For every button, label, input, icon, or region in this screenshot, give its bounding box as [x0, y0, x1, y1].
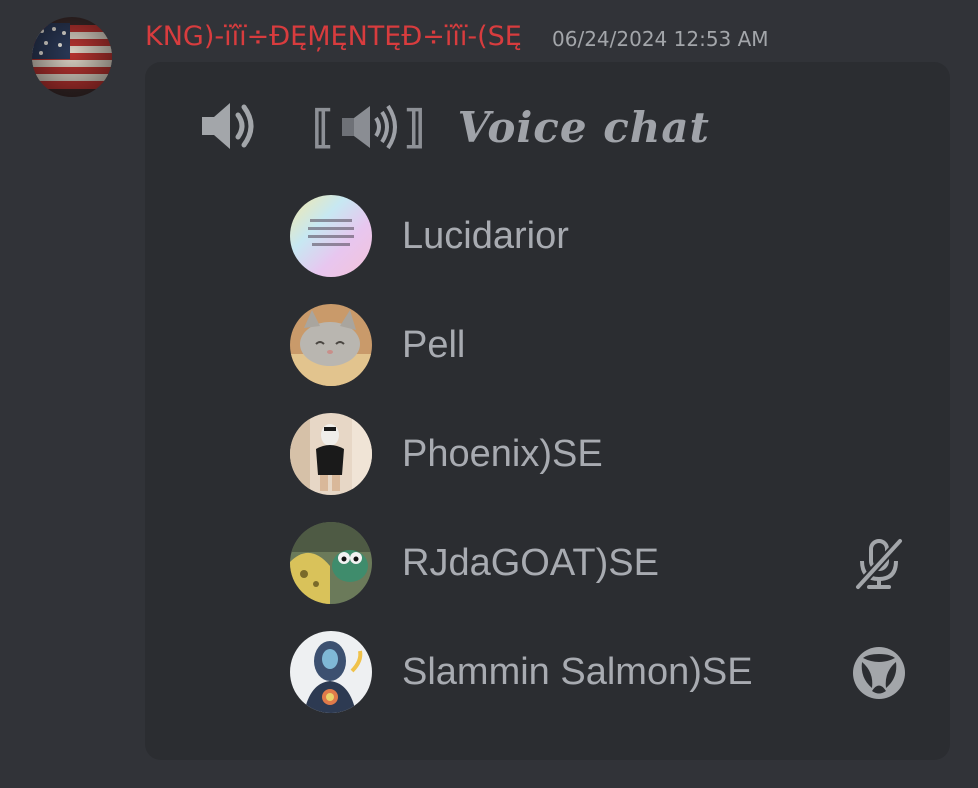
member-avatar[interactable]	[290, 631, 372, 713]
author-name[interactable]: KNG)-ïîï÷ĐĘM̦ĘNTĘĐ÷ïîï-(SĘ	[145, 17, 522, 57]
title-bracket-right: ⟧	[403, 101, 426, 153]
discord-message: KNG)-ïîï÷ĐĘM̦ĘNTĘĐ÷ïîï-(SĘ 06/24/2024 12…	[0, 0, 978, 788]
channel-title[interactable]: ⟦ ⟧ Voice chat	[312, 92, 710, 162]
message-timestamp: 06/24/2024 12:53 AM	[552, 27, 769, 51]
xbox-icon	[850, 644, 908, 702]
speaker-icon	[198, 97, 262, 155]
voice-member-row[interactable]: Phoenix)SE	[290, 413, 930, 495]
member-name: Lucidarior	[402, 215, 569, 257]
muted-mic-icon	[850, 535, 908, 593]
member-name: RJdaGOAT)SE	[402, 542, 659, 584]
voice-member-row[interactable]: Pell	[290, 304, 930, 386]
speaker-emoji-icon	[340, 102, 398, 152]
member-avatar[interactable]	[290, 522, 372, 604]
voice-member-row[interactable]: RJdaGOAT)SE	[290, 522, 930, 604]
member-avatar[interactable]	[290, 304, 372, 386]
voice-member-row[interactable]: Slammin Salmon)SE	[290, 631, 930, 713]
channel-name: Voice chat	[457, 102, 710, 152]
author-avatar[interactable]	[32, 17, 112, 97]
member-name: Slammin Salmon)SE	[402, 651, 753, 693]
member-name: Phoenix)SE	[402, 433, 603, 475]
member-name: Pell	[402, 324, 466, 366]
member-avatar[interactable]	[290, 195, 372, 277]
title-bracket-left: ⟦	[312, 101, 334, 153]
member-avatar[interactable]	[290, 413, 372, 495]
voice-member-row[interactable]: Lucidarior	[290, 195, 930, 277]
